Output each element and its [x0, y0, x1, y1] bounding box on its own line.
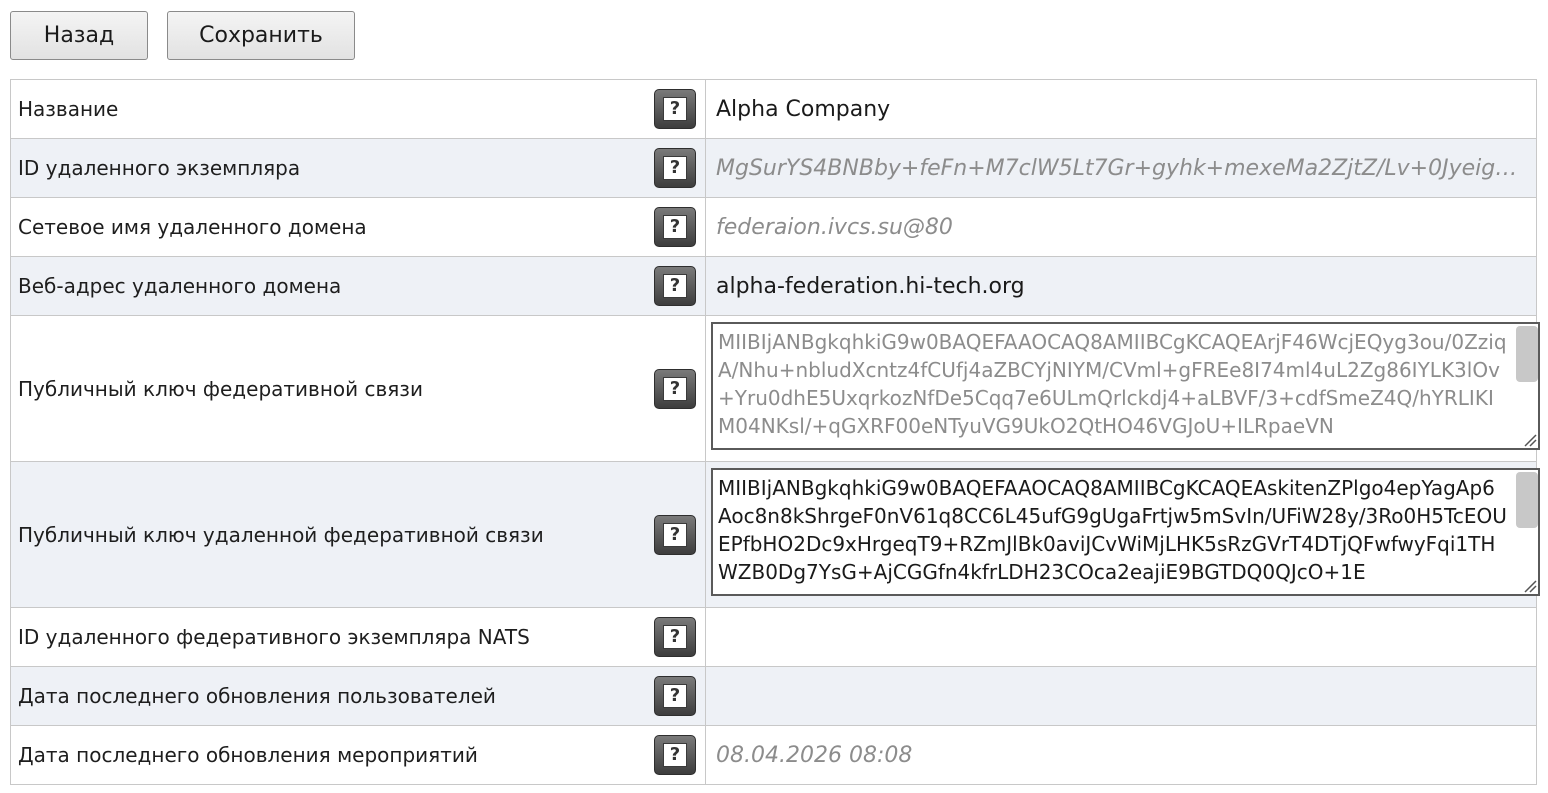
- value-cell: 08.04.2026 08:08: [706, 726, 1536, 784]
- form-row-remote-nats-instance-id: ID удаленного федеративного экземпляра N…: [11, 608, 1536, 667]
- value-cell: [706, 608, 1536, 666]
- value-cell: alpha-federation.hi-tech.org: [706, 257, 1536, 315]
- form-row-remote-domain-network-name: Сетевое имя удаленного домена ? federaio…: [11, 198, 1536, 257]
- events-last-update-value: 08.04.2026 08:08: [716, 742, 913, 768]
- label-cell: Дата последнего обновления пользователей…: [11, 667, 706, 725]
- save-button[interactable]: Сохранить: [167, 11, 355, 60]
- form-row-users-last-update: Дата последнего обновления пользователей…: [11, 667, 1536, 726]
- field-label-name: Название: [18, 97, 119, 121]
- value-cell: MIIBIjANBgkqhkiG9w0BAQEFAAOCAQ8AMIIBCgKC…: [706, 462, 1540, 607]
- form-row-remote-instance-id: ID удаленного экземпляра ? MgSurYS4BNBby…: [11, 139, 1536, 198]
- value-cell: federaion.ivcs.su@80: [706, 198, 1536, 256]
- form-row-remote-federation-public-key: Публичный ключ удаленной федеративной св…: [11, 462, 1540, 608]
- help-icon[interactable]: ?: [654, 266, 696, 306]
- federation-form: Название ? Alpha Company ID удаленного э…: [10, 79, 1540, 785]
- question-mark-icon: ?: [663, 376, 687, 401]
- toolbar: Назад Сохранить: [10, 11, 355, 60]
- question-mark-icon: ?: [663, 522, 687, 547]
- help-icon[interactable]: ?: [654, 368, 696, 409]
- question-mark-icon: ?: [663, 97, 687, 121]
- name-value: Alpha Company: [716, 96, 891, 122]
- scrollbar-thumb[interactable]: [1516, 326, 1538, 382]
- question-mark-icon: ?: [663, 684, 687, 708]
- form-row-events-last-update: Дата последнего обновления мероприятий ?…: [11, 726, 1536, 785]
- field-label-users-last-update: Дата последнего обновления пользователей: [18, 684, 496, 708]
- form-row-federation-public-key: Публичный ключ федеративной связи ? MIIB…: [11, 316, 1540, 462]
- help-icon[interactable]: ?: [654, 617, 696, 657]
- value-cell: Alpha Company: [706, 80, 1536, 138]
- label-cell: ID удаленного федеративного экземпляра N…: [11, 608, 706, 666]
- question-mark-icon: ?: [663, 625, 687, 649]
- remote-domain-network-name-value: federaion.ivcs.su@80: [716, 214, 953, 240]
- field-label-remote-domain-web-address: Веб-адрес удаленного домена: [18, 274, 342, 298]
- label-cell: Дата последнего обновления мероприятий ?: [11, 726, 706, 784]
- field-label-remote-instance-id: ID удаленного экземпляра: [18, 156, 301, 180]
- back-button[interactable]: Назад: [10, 11, 148, 60]
- resize-grip-icon[interactable]: [1521, 431, 1537, 447]
- help-icon[interactable]: ?: [654, 514, 696, 555]
- question-mark-icon: ?: [663, 215, 687, 239]
- remote-federation-public-key-textarea[interactable]: MIIBIjANBgkqhkiG9w0BAQEFAAOCAQ8AMIIBCgKC…: [711, 468, 1540, 596]
- resize-grip-icon[interactable]: [1521, 577, 1537, 593]
- label-cell: Веб-адрес удаленного домена ?: [11, 257, 706, 315]
- question-mark-icon: ?: [663, 156, 687, 180]
- help-icon[interactable]: ?: [654, 676, 696, 716]
- label-cell: Публичный ключ удаленной федеративной св…: [11, 462, 706, 607]
- remote-instance-id-value: MgSurYS4BNBby+feFn+M7clW5Lt7Gr+gyhk+mexe…: [716, 155, 1526, 181]
- question-mark-icon: ?: [663, 743, 687, 767]
- value-cell: MIIBIjANBgkqhkiG9w0BAQEFAAOCAQ8AMIIBCgKC…: [706, 316, 1540, 461]
- federation-public-key-text: MIIBIjANBgkqhkiG9w0BAQEFAAOCAQ8AMIIBCgKC…: [718, 330, 1507, 438]
- form-row-name: Название ? Alpha Company: [11, 80, 1536, 139]
- field-label-remote-nats-instance-id: ID удаленного федеративного экземпляра N…: [18, 625, 530, 649]
- label-cell: Сетевое имя удаленного домена ?: [11, 198, 706, 256]
- label-cell: ID удаленного экземпляра ?: [11, 139, 706, 197]
- federation-public-key-textarea[interactable]: MIIBIjANBgkqhkiG9w0BAQEFAAOCAQ8AMIIBCgKC…: [711, 322, 1540, 450]
- form-row-remote-domain-web-address: Веб-адрес удаленного домена ? alpha-fede…: [11, 257, 1536, 316]
- field-label-remote-federation-public-key: Публичный ключ удаленной федеративной св…: [18, 522, 544, 547]
- help-icon[interactable]: ?: [654, 207, 696, 247]
- scrollbar-thumb[interactable]: [1516, 472, 1538, 528]
- help-icon[interactable]: ?: [654, 148, 696, 188]
- value-cell: MgSurYS4BNBby+feFn+M7clW5Lt7Gr+gyhk+mexe…: [706, 139, 1536, 197]
- remote-federation-public-key-text: MIIBIjANBgkqhkiG9w0BAQEFAAOCAQ8AMIIBCgKC…: [718, 476, 1507, 584]
- label-cell: Публичный ключ федеративной связи ?: [11, 316, 706, 461]
- help-icon[interactable]: ?: [654, 735, 696, 775]
- remote-domain-web-address-value: alpha-federation.hi-tech.org: [716, 273, 1025, 299]
- field-label-events-last-update: Дата последнего обновления мероприятий: [18, 743, 478, 767]
- help-icon[interactable]: ?: [654, 89, 696, 129]
- field-label-remote-domain-network-name: Сетевое имя удаленного домена: [18, 215, 367, 239]
- value-cell: [706, 667, 1536, 725]
- question-mark-icon: ?: [663, 274, 687, 298]
- label-cell: Название ?: [11, 80, 706, 138]
- field-label-federation-public-key: Публичный ключ федеративной связи: [18, 376, 423, 401]
